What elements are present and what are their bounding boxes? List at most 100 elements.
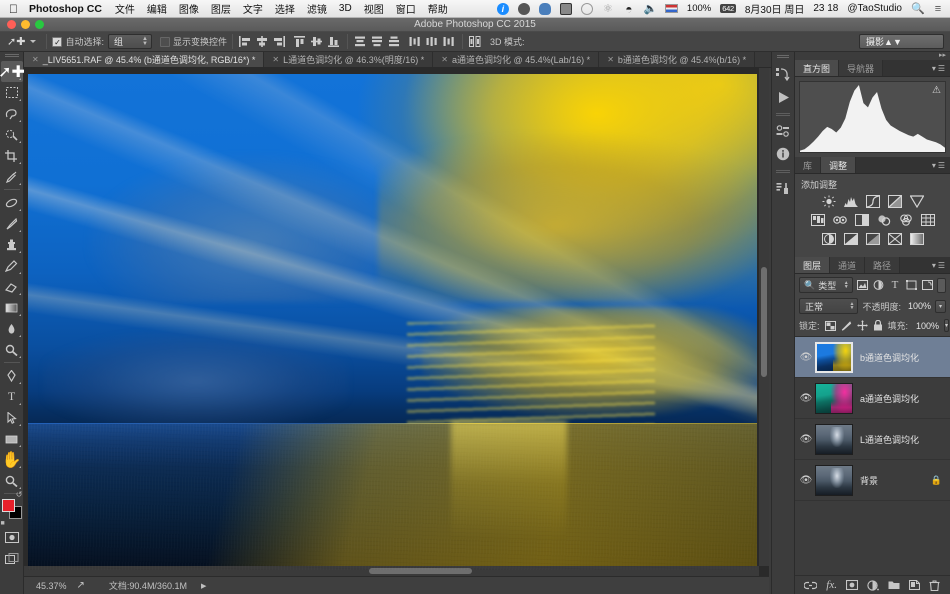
auto-select-checkbox-group[interactable]: ✓ 自动选择: xyxy=(52,35,104,48)
path-selection-tool[interactable] xyxy=(1,407,23,428)
tab-histogram[interactable]: 直方图 xyxy=(795,60,840,76)
canvas-area[interactable] xyxy=(24,68,769,576)
panel-grip[interactable] xyxy=(795,51,950,60)
scrollbar-thumb[interactable] xyxy=(761,267,767,377)
healing-brush-tool[interactable] xyxy=(1,192,23,213)
close-icon[interactable]: ✕ xyxy=(272,55,279,64)
photo-filter-icon[interactable] xyxy=(876,213,891,227)
panel-menu-icon[interactable]: ▾ ☰ xyxy=(932,60,950,76)
menu-app-name[interactable]: Photoshop CC xyxy=(29,3,102,15)
panel-menu-icon[interactable]: ▾ ☰ xyxy=(932,157,950,173)
dropbox-icon[interactable] xyxy=(517,2,530,15)
share-icon[interactable]: ↗ xyxy=(77,580,85,591)
wifi-icon[interactable]: ◓ xyxy=(623,3,635,15)
layer-mask-icon[interactable] xyxy=(846,580,858,590)
vibrance-icon[interactable] xyxy=(909,194,924,208)
blur-tool[interactable] xyxy=(1,318,23,339)
close-icon[interactable]: ✕ xyxy=(441,55,448,64)
menu-item-edit[interactable]: 编辑 xyxy=(147,1,167,16)
cloud-icon[interactable] xyxy=(538,2,551,15)
type-filter-icon[interactable]: T xyxy=(888,278,901,293)
time-machine-icon[interactable] xyxy=(580,2,593,15)
history-brush-tool[interactable] xyxy=(1,255,23,276)
menubar-date[interactable]: 8月30日 周日 xyxy=(745,1,804,16)
document-image[interactable] xyxy=(28,74,757,570)
curves-icon[interactable] xyxy=(865,194,880,208)
new-group-icon[interactable] xyxy=(888,580,900,590)
show-transform-checkbox[interactable]: ✓ xyxy=(159,36,170,47)
menu-item-select[interactable]: 选择 xyxy=(275,1,295,16)
pixel-filter-icon[interactable] xyxy=(856,278,869,293)
apple-icon[interactable]:  xyxy=(9,3,18,15)
panel-grip[interactable] xyxy=(4,54,19,58)
color-lookup-icon[interactable] xyxy=(920,213,935,227)
canvas-vertical-scrollbar[interactable] xyxy=(759,68,769,566)
active-tool-preset[interactable]: ➚✚ xyxy=(0,35,41,48)
clone-stamp-tool[interactable] xyxy=(1,234,23,255)
layer-name[interactable]: L通道色调均化 xyxy=(860,433,950,446)
history-icon[interactable] xyxy=(772,63,794,85)
layer-visibility-icon[interactable]: 👁 xyxy=(797,352,815,363)
opacity-stepper[interactable]: ▾ xyxy=(935,299,946,313)
black-white-icon[interactable] xyxy=(854,213,869,227)
auto-select-scope-dropdown[interactable]: 组 ▲ ▼ xyxy=(107,34,152,49)
zoom-tool[interactable] xyxy=(1,470,23,491)
brush-tool[interactable] xyxy=(1,213,23,234)
info-icon[interactable]: i xyxy=(496,2,509,15)
menubar-user[interactable]: @TaoStudio xyxy=(847,3,902,14)
close-icon[interactable]: ✕ xyxy=(607,55,614,64)
new-layer-icon[interactable] xyxy=(909,580,920,590)
lock-transparency-icon[interactable] xyxy=(824,319,836,332)
levels-icon[interactable] xyxy=(843,194,858,208)
opacity-value[interactable]: 100% xyxy=(905,301,931,311)
flag-icon[interactable] xyxy=(664,4,678,13)
posterize-icon[interactable] xyxy=(843,232,858,246)
document-tab-1[interactable]: ✕ L通道色调均化 @ 46.3%(明度/16) * xyxy=(264,52,434,67)
tab-adjustments[interactable]: 调整 xyxy=(821,157,857,173)
layer-list[interactable]: 👁 b通道色调均化 👁 a通道色调均化 👁 L通道色调均化 👁 背景 🔒 xyxy=(795,336,950,575)
panel-grip[interactable] xyxy=(777,55,789,59)
menu-item-3d[interactable]: 3D xyxy=(339,3,352,14)
distribute-right-edges-icon[interactable] xyxy=(442,34,457,49)
notification-center-icon[interactable]: ≡ xyxy=(932,3,944,15)
menu-item-file[interactable]: 文件 xyxy=(115,1,135,16)
lasso-tool[interactable] xyxy=(1,103,23,124)
document-tab-3[interactable]: ✕ b通道色调均化 @ 45.4%(b/16) * xyxy=(599,52,756,67)
histogram-warning-icon[interactable]: ⚠ xyxy=(932,85,941,96)
layer-thumbnail[interactable] xyxy=(815,423,853,455)
screen-mode-toggle[interactable] xyxy=(1,548,23,569)
layer-thumbnail[interactable] xyxy=(815,464,853,496)
move-tool[interactable]: ➚✚ xyxy=(0,61,25,82)
quick-selection-tool[interactable] xyxy=(1,124,23,145)
lock-all-icon[interactable] xyxy=(873,319,883,332)
properties-icon[interactable] xyxy=(772,120,794,142)
workspace-selector[interactable]: 摄影 ▲▼ xyxy=(859,34,944,49)
align-left-edges-icon[interactable] xyxy=(238,34,253,49)
bluetooth-icon[interactable]: ⚛ xyxy=(602,3,614,15)
auto-select-checkbox[interactable]: ✓ xyxy=(52,36,63,47)
panel-menu-icon[interactable]: ▾ ☰ xyxy=(932,257,950,273)
align-right-edges-icon[interactable] xyxy=(272,34,287,49)
gradient-map-icon[interactable] xyxy=(909,232,924,246)
menu-item-window[interactable]: 窗口 xyxy=(396,1,416,16)
show-transform-checkbox-group[interactable]: ✓ 显示变换控件 xyxy=(159,35,227,48)
align-vertical-centers-icon[interactable] xyxy=(310,34,325,49)
type-tool[interactable]: T xyxy=(1,386,23,407)
menu-item-help[interactable]: 帮助 xyxy=(428,1,448,16)
pen-tool[interactable] xyxy=(1,365,23,386)
distribute-vertical-centers-icon[interactable] xyxy=(370,34,385,49)
layer-name[interactable]: b通道色调均化 xyxy=(860,351,950,364)
table-row[interactable]: 👁 L通道色调均化 xyxy=(795,419,950,460)
menubar-time[interactable]: 23 18 xyxy=(813,3,838,14)
table-row[interactable]: 👁 a通道色调均化 xyxy=(795,378,950,419)
invert-icon[interactable] xyxy=(821,232,836,246)
adjustment-filter-icon[interactable] xyxy=(872,278,885,293)
menu-item-image[interactable]: 图像 xyxy=(179,1,199,16)
tab-layers[interactable]: 图层 xyxy=(795,257,831,273)
document-tab-2[interactable]: ✕ a通道色调均化 @ 45.4%(Lab/16) * xyxy=(433,52,600,67)
exposure-icon[interactable] xyxy=(887,194,902,208)
gradient-tool[interactable] xyxy=(1,297,23,318)
distribute-bottom-edges-icon[interactable] xyxy=(387,34,402,49)
distribute-left-edges-icon[interactable] xyxy=(408,34,423,49)
tab-channels[interactable]: 通道 xyxy=(830,257,866,273)
